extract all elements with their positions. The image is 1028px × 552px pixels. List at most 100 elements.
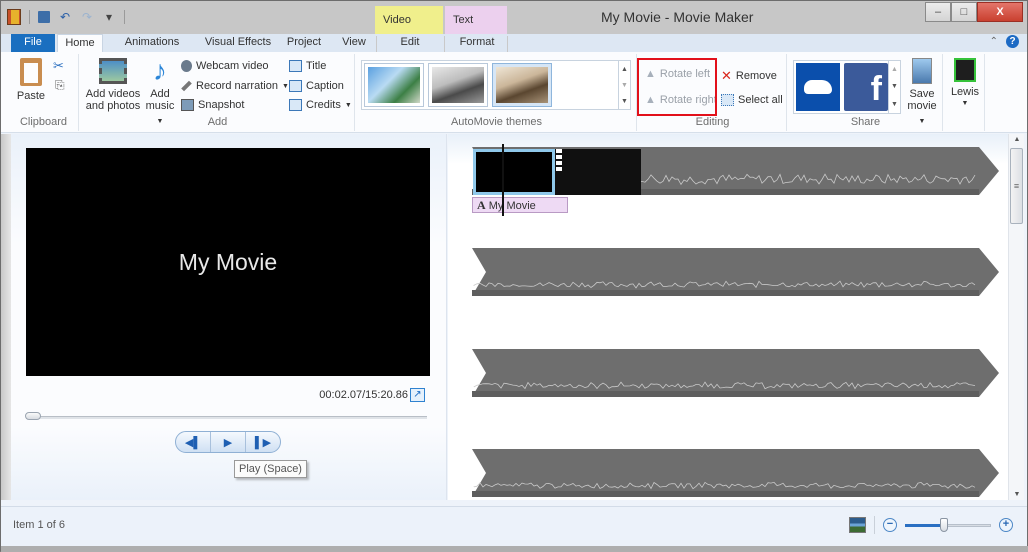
tab-visual-effects[interactable]: Visual Effects — [197, 34, 279, 52]
window-title: My Movie - Movie Maker — [601, 9, 754, 25]
credits-button[interactable]: Credits ▼ — [289, 99, 352, 111]
fullscreen-preview-button[interactable]: ↗ — [410, 388, 425, 402]
gallery-more-icon[interactable]: ▼ — [621, 98, 628, 105]
movie-maker-window: ↶ ↷ ▾ Video Tools Text Tools My Movie - … — [0, 0, 1028, 552]
previous-frame-button[interactable]: ◀▌ — [176, 432, 211, 452]
caption-clip[interactable]: A My Movie — [472, 197, 568, 213]
film-photo-icon — [99, 58, 127, 84]
text-glyph-icon: A — [477, 198, 486, 212]
undo-icon[interactable]: ↶ — [58, 10, 72, 24]
zoom-slider-knob[interactable] — [939, 518, 948, 532]
editing-group-label: Editing — [695, 116, 730, 128]
share-down-icon[interactable]: ▼ — [891, 83, 898, 90]
tab-view[interactable]: View — [337, 34, 371, 52]
storyboard-scrollbar[interactable]: ▲ ≡ ▼ — [1008, 134, 1024, 500]
theme-sepia[interactable] — [492, 63, 552, 107]
play-button[interactable]: ▶ — [211, 432, 246, 452]
scroll-up-icon[interactable]: ▲ — [1009, 136, 1025, 143]
gallery-up-icon[interactable]: ▲ — [621, 66, 628, 73]
automovie-themes-gallery: ▲ ▼ ▼ — [361, 60, 631, 110]
next-frame-button[interactable]: ▌▶ — [246, 432, 280, 452]
add-videos-photos-button[interactable]: Add videos and photos — [85, 58, 141, 112]
close-button[interactable]: X — [977, 2, 1023, 22]
selected-clip-thumbnail[interactable] — [473, 149, 555, 195]
tab-animations[interactable]: Animations — [119, 34, 185, 52]
share-more-icon[interactable]: ▼ — [891, 101, 898, 108]
video-preview[interactable]: My Movie — [26, 148, 430, 376]
tab-edit[interactable]: Edit — [381, 34, 439, 52]
select-all-button[interactable]: Select all — [721, 94, 783, 106]
caption-label: Caption — [306, 80, 344, 92]
help-icon[interactable]: ? — [1006, 35, 1019, 48]
app-film-icon[interactable] — [7, 9, 21, 25]
tab-home[interactable]: Home — [57, 34, 103, 52]
seek-thumb[interactable] — [25, 412, 41, 420]
aspect-ratio-icon[interactable] — [849, 517, 866, 533]
qat-divider — [29, 10, 30, 24]
seek-bar[interactable] — [27, 416, 427, 419]
snapshot-button[interactable]: Snapshot — [181, 99, 244, 111]
preview-pane: My Movie 00:02.07/15:20.86 ↗ ◀▌ ▶ ▌▶ Pla… — [11, 134, 447, 500]
tab-project[interactable]: Project — [283, 34, 325, 52]
window-controls: – □ X — [925, 2, 1023, 22]
add-music-label-line2: music — [145, 100, 175, 112]
track-arrow-shape — [472, 349, 999, 397]
tab-divider — [376, 36, 377, 52]
credits-label: Credits — [306, 99, 341, 111]
tab-divider — [444, 36, 445, 52]
share-onedrive-button[interactable] — [796, 63, 840, 111]
redo-icon[interactable]: ↷ — [80, 10, 94, 24]
share-facebook-button[interactable]: f — [844, 63, 888, 111]
share-group: f ▲ ▼ ▼ Save movie ▼ Share — [789, 54, 943, 131]
record-narration-button[interactable]: Record narration ▼ — [181, 80, 289, 92]
title-button[interactable]: Title — [289, 60, 326, 72]
remove-x-icon: ✕ — [721, 68, 732, 83]
tab-file[interactable]: File — [11, 34, 55, 52]
caption-button[interactable]: Caption — [289, 80, 344, 92]
webcam-video-button[interactable]: Webcam video — [181, 60, 269, 72]
microphone-icon — [181, 80, 192, 92]
paste-label: Paste — [16, 90, 46, 102]
webcam-video-label: Webcam video — [196, 60, 269, 72]
user-avatar — [954, 58, 976, 82]
timeline-track[interactable] — [472, 349, 999, 397]
tab-format[interactable]: Format — [449, 34, 505, 52]
cut-icon[interactable]: ✂ — [53, 58, 64, 74]
track-shape — [472, 349, 999, 397]
track-lower-band — [472, 290, 979, 296]
save-icon[interactable] — [38, 11, 50, 23]
playhead[interactable] — [502, 144, 504, 216]
clipboard-group: Paste ✂ ⎘ Clipboard — [9, 54, 79, 131]
theme-default[interactable] — [364, 63, 424, 107]
status-controls: − + — [849, 516, 1013, 534]
quick-access-toolbar: ↶ ↷ ▾ — [7, 7, 125, 27]
scroll-down-icon[interactable]: ▼ — [1009, 491, 1025, 498]
account-button[interactable]: Lewis ▼ — [949, 58, 981, 110]
copy-icon[interactable]: ⎘ — [55, 78, 65, 93]
share-gallery-scroll: ▲ ▼ ▼ — [888, 61, 900, 113]
minimize-button[interactable]: – — [925, 2, 951, 22]
gallery-down-icon[interactable]: ▼ — [621, 82, 628, 89]
timeline-track[interactable] — [472, 248, 999, 296]
save-movie-label-line1: Save — [909, 88, 935, 100]
zoom-out-button[interactable]: − — [883, 518, 897, 532]
share-up-icon[interactable]: ▲ — [891, 66, 898, 73]
zoom-slider[interactable] — [905, 518, 991, 532]
theme-black-and-white[interactable] — [428, 63, 488, 107]
maximize-button[interactable]: □ — [951, 2, 977, 22]
zoom-in-button[interactable]: + — [999, 518, 1013, 532]
collapse-ribbon-icon[interactable]: ⌃ — [990, 36, 998, 47]
scrollbar-thumb[interactable]: ≡ — [1010, 148, 1023, 224]
paste-button[interactable]: Paste — [15, 58, 47, 102]
clipboard-group-label: Clipboard — [19, 116, 68, 128]
record-narration-label: Record narration — [196, 80, 278, 92]
playback-controls: ◀▌ ▶ ▌▶ — [175, 431, 281, 453]
title-bar: ↶ ↷ ▾ Video Tools Text Tools My Movie - … — [1, 1, 1027, 54]
save-movie-icon — [912, 58, 932, 84]
remove-label: Remove — [735, 70, 777, 82]
customize-qat-icon[interactable]: ▾ — [102, 10, 116, 24]
automovie-group-label: AutoMovie themes — [450, 116, 543, 128]
remove-button[interactable]: ✕ Remove — [721, 68, 777, 84]
credits-icon — [289, 99, 302, 111]
timeline-track[interactable] — [472, 449, 999, 497]
